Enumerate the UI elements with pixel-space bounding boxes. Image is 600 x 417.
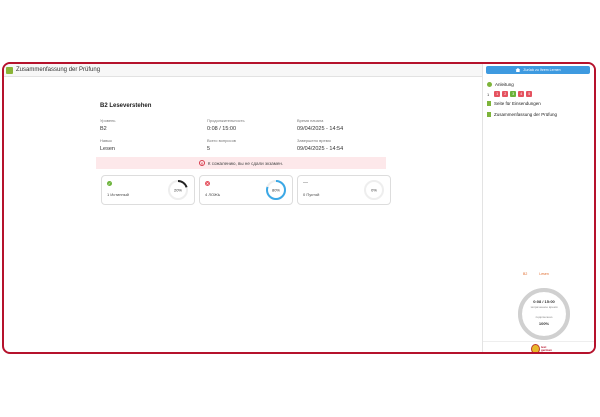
page-button[interactable]: 2 xyxy=(502,91,509,97)
result-card-empty: — 0 Пустой 0% xyxy=(297,175,391,205)
field-label-start: Время начала xyxy=(297,118,324,123)
x-icon: ✕ xyxy=(205,181,210,186)
field-label-end: Завершено время xyxy=(297,138,331,143)
sidebar-item-label: Seite für Einsendungen xyxy=(494,101,541,106)
page-button[interactable]: 1 xyxy=(494,91,501,97)
result-ring: 20% xyxy=(168,180,188,200)
field-value-questions: 5 xyxy=(207,146,211,152)
check-icon: ✓ xyxy=(107,181,112,186)
exam-window: Zusammenfassung der Prüfung B2 Leseverst… xyxy=(2,62,596,354)
question-pager: 1 1 2 3 4 5 xyxy=(487,91,534,97)
gauge-progress xyxy=(518,288,570,340)
logo-icon xyxy=(531,344,540,352)
result-percent: 80% xyxy=(272,188,280,193)
progress-value: 100% xyxy=(538,321,550,326)
check-square-icon xyxy=(487,112,491,117)
result-card-false: ✕ 4 ЛОЖЬ 80% xyxy=(199,175,293,205)
page-button[interactable]: 4 xyxy=(518,91,525,97)
check-square-icon xyxy=(487,101,491,106)
alert-text: К сожалению, вы не сдали экзамен. xyxy=(207,160,284,166)
home-button[interactable]: Zurück zu Ihrem Lernen xyxy=(486,66,590,74)
result-ring: 80% xyxy=(266,180,286,200)
result-card-true: ✓ 1 Истинный 20% xyxy=(101,175,195,205)
result-label: 1 Истинный xyxy=(107,192,129,197)
elapsed-time: 0:08 / 15:00 xyxy=(533,299,555,304)
logo-text: test german xyxy=(541,345,552,352)
field-label-level: Уровень xyxy=(100,118,116,123)
level-skill-row: B2 Lesen xyxy=(523,272,561,276)
dash-icon: — xyxy=(303,180,308,186)
result-label: 0 Пустой xyxy=(303,192,320,197)
level-badge: B2 xyxy=(523,272,528,276)
sidebar-item-submissions[interactable]: Seite für Einsendungen xyxy=(487,101,541,106)
sidebar: Zurück zu Ihrem Lernen Anleitung 1 1 2 3… xyxy=(482,64,594,352)
title-bar: Zusammenfassung der Prüfung xyxy=(4,64,482,77)
fail-alert: ✕ К сожалению, вы не сдали экзамен. xyxy=(96,157,386,169)
sidebar-divider xyxy=(483,341,594,342)
field-value-end: 09/04/2025 - 14:54 xyxy=(297,146,344,152)
elapsed-caption: затраченное время xyxy=(530,305,558,309)
home-icon xyxy=(515,68,521,72)
sidebar-item-label: Anleitung xyxy=(495,82,514,87)
brand-logo: test german xyxy=(531,344,552,352)
home-button-label: Zurück zu Ihrem Lernen xyxy=(523,68,561,72)
field-value-duration: 0:08 / 15:00 xyxy=(207,126,237,132)
field-value-level: B2 xyxy=(100,126,107,132)
page-button[interactable]: 5 xyxy=(526,91,533,97)
sidebar-item-summary[interactable]: Zusammenfassung der Prüfung xyxy=(487,112,557,117)
field-label-duration: Продолжительность xyxy=(207,118,245,123)
progress-caption: подключено xyxy=(535,315,553,319)
skill-badge: Lesen xyxy=(539,272,549,276)
field-label-questions: Всего вопросов xyxy=(207,138,236,143)
field-value-start: 09/04/2025 - 14:54 xyxy=(297,126,344,132)
status-ok-icon xyxy=(6,66,13,74)
result-percent: 0% xyxy=(371,188,377,193)
section-number: 1 xyxy=(487,91,490,97)
page-button[interactable]: 3 xyxy=(510,91,517,97)
result-label: 4 ЛОЖЬ xyxy=(205,192,221,197)
field-label-skill: Навык xyxy=(100,138,112,143)
field-value-skill: Lesen xyxy=(100,146,115,152)
window-title: Zusammenfassung der Prüfung xyxy=(16,67,101,73)
sidebar-item-instructions[interactable]: Anleitung xyxy=(487,82,514,87)
check-dot-icon xyxy=(487,82,492,87)
summary-panel: B2 Leseverstehen Уровень B2 Продолжитель… xyxy=(4,77,482,352)
result-percent: 20% xyxy=(174,188,182,193)
sidebar-item-label: Zusammenfassung der Prüfung xyxy=(494,112,558,117)
result-ring: 0% xyxy=(364,180,384,200)
x-circle-icon: ✕ xyxy=(198,160,205,166)
time-gauge xyxy=(518,288,570,340)
exam-title: B2 Leseverstehen xyxy=(100,103,152,109)
